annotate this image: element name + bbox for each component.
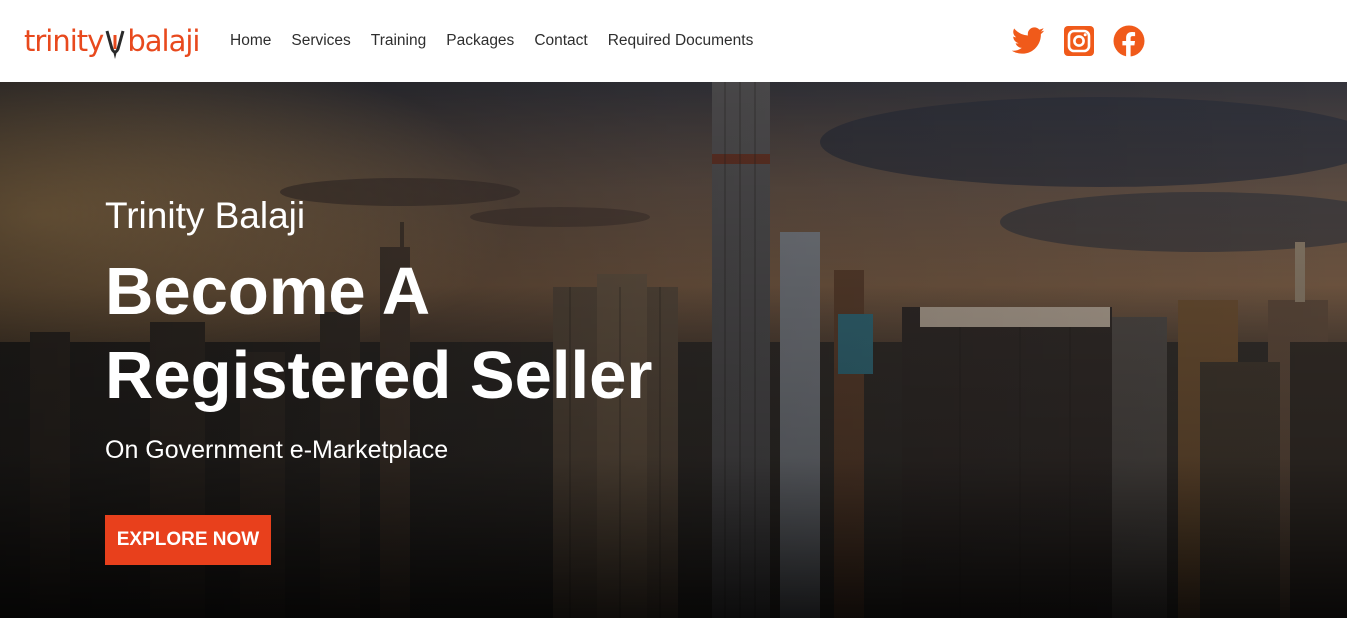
hero-title-line-2: Registered Seller bbox=[105, 338, 653, 413]
logo-text-left: trinity bbox=[24, 23, 104, 58]
hero-kicker: Trinity Balaji bbox=[105, 195, 306, 236]
nav-home[interactable]: Home bbox=[230, 32, 271, 50]
main-nav: Home Services Training Packages Contact … bbox=[230, 0, 773, 82]
hero-title-line-1: Become A bbox=[105, 254, 431, 329]
site-header: trinity balaji Home Services Training Pa… bbox=[0, 0, 1347, 82]
nav-packages[interactable]: Packages bbox=[446, 32, 514, 50]
nav-training[interactable]: Training bbox=[371, 32, 426, 50]
twitter-icon[interactable] bbox=[1012, 25, 1045, 58]
facebook-icon[interactable] bbox=[1112, 25, 1145, 58]
nav-required-documents[interactable]: Required Documents bbox=[608, 32, 754, 50]
logo[interactable]: trinity balaji bbox=[24, 18, 208, 64]
logo-text-right: balaji bbox=[127, 23, 200, 58]
social-links bbox=[1012, 24, 1145, 58]
instagram-icon[interactable] bbox=[1062, 25, 1095, 58]
hero-subtitle: On Government e-Marketplace bbox=[105, 436, 449, 464]
explore-now-button[interactable]: EXPLORE NOW bbox=[105, 515, 271, 565]
nav-contact[interactable]: Contact bbox=[534, 32, 587, 50]
hero-title: Become A Registered Seller bbox=[105, 250, 745, 418]
hero-banner: Trinity Balaji Become A Registered Selle… bbox=[0, 82, 1347, 618]
nav-services[interactable]: Services bbox=[291, 32, 350, 50]
tilak-icon bbox=[105, 30, 125, 59]
